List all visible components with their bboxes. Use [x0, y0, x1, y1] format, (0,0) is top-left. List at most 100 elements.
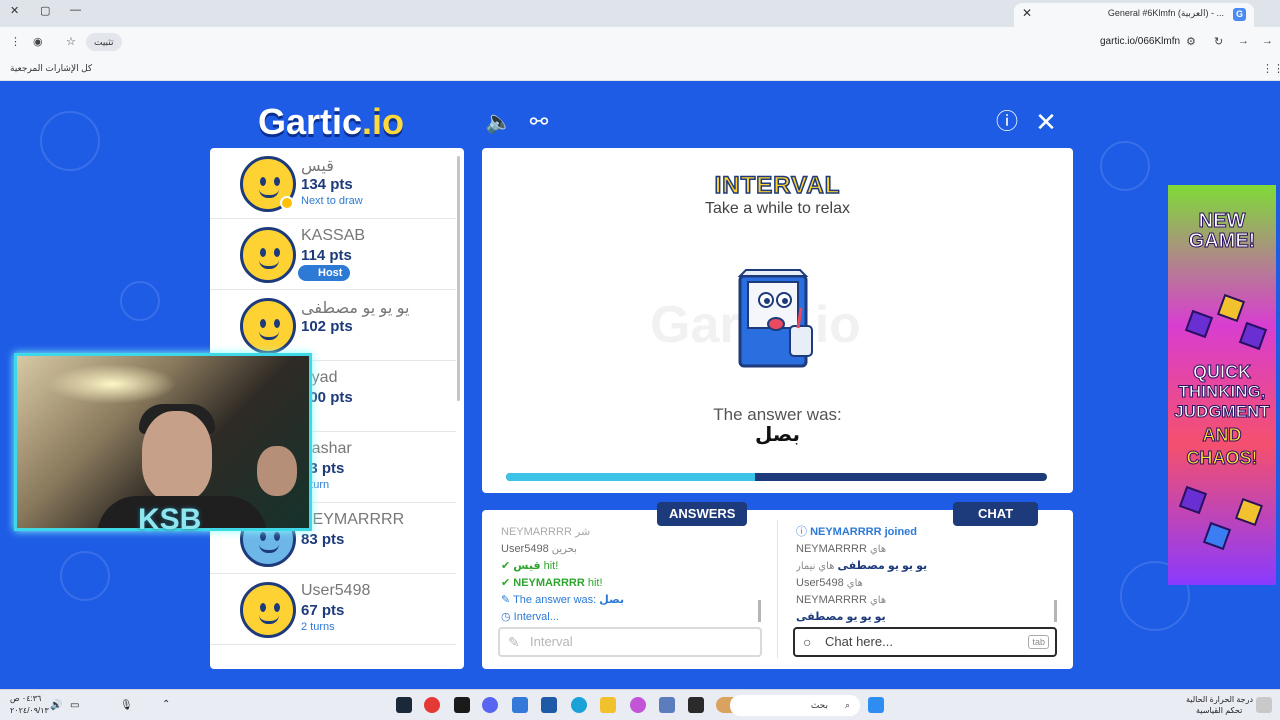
gartic-page: Gartic.io 🔈 ⚯ ⓘ ✕ قيس 134 pts Next to dr… [0, 81, 1280, 689]
restore-window-icon[interactable]: ▢ [40, 4, 50, 17]
players-scrollbar[interactable] [457, 156, 460, 401]
answer-reveal-line: ✎ The answer was: بصل [501, 594, 625, 606]
next-to-draw-indicator [280, 196, 294, 210]
player-name: NEYMARRRR [301, 511, 405, 528]
display-icon[interactable]: ▭ [70, 700, 79, 711]
panel-divider [777, 520, 778, 658]
sound-icon[interactable]: 🔈 [484, 107, 514, 137]
bookmark-bar: كل الإشارات المرجعية ⋮⋮ [0, 57, 1280, 81]
host-badge: Host [298, 265, 351, 281]
file-explorer-icon[interactable] [600, 697, 616, 713]
menu-dots-icon[interactable]: ⋮ [10, 35, 21, 48]
player-points: 134 pts [301, 176, 353, 193]
weather-line[interactable]: تحكم القياسية [1196, 706, 1242, 715]
player-name: User5498 [301, 582, 371, 599]
steam-icon[interactable] [396, 697, 412, 713]
minimize-window-icon[interactable]: — [70, 4, 81, 16]
streamer-logo: KSB [138, 503, 202, 536]
app-icon[interactable] [659, 697, 675, 713]
discord-icon[interactable] [482, 697, 498, 713]
mic-icon[interactable]: 🎙 [120, 700, 133, 711]
share-icon[interactable]: ⚯ [524, 107, 554, 137]
answers-tab[interactable]: ANSWERS [657, 502, 748, 526]
reload-icon[interactable]: ↻ [1214, 35, 1223, 48]
chat-line: NEYMARRRR هاي [796, 594, 887, 606]
clock-time[interactable]: ٠٤:٣٦ ص [10, 694, 41, 703]
ad-line: CHAOS! [1186, 448, 1258, 468]
hit-line: ✔ NEYMARRRR hit! [501, 577, 603, 589]
chat-bubble-icon: ○ [803, 634, 812, 650]
mascot-icon [737, 269, 813, 368]
app-icon[interactable] [688, 697, 704, 713]
player-name: قيس [301, 158, 334, 175]
player-points: 114 pts [301, 247, 352, 264]
round-progress-fill [506, 473, 755, 481]
browser-tab[interactable]: G General #6Klmfn (العربية) - ... ✕ [1014, 3, 1254, 27]
all-bookmarks-link[interactable]: كل الإشارات المرجعية [10, 63, 92, 74]
player-row: User5498 67 pts 2 turns [210, 574, 456, 645]
install-button[interactable]: تثبيت [86, 33, 122, 51]
exit-icon[interactable]: ✕ [1031, 107, 1061, 137]
tab-title: General #6Klmfn (العربية) - ... [1107, 8, 1224, 18]
player-points: 83 pts [301, 531, 345, 548]
join-line: ⓘ NEYMARRRR joined [796, 526, 918, 538]
chat-line: يو يو يو مصطفى هاي نيمار [796, 560, 928, 572]
pencil-icon: ✎ [508, 634, 520, 650]
ad-line: AND [1202, 425, 1242, 445]
player-avatar [240, 298, 296, 354]
answer-line: NEYMARRRR شر [501, 526, 591, 538]
chrome-icon[interactable] [424, 697, 440, 713]
ad-line: JUDGMENT [1174, 402, 1270, 421]
windows-start-icon[interactable] [868, 697, 884, 713]
chat-input[interactable]: ○ Chat here... tab [793, 627, 1057, 657]
interval-subtitle: Take a while to relax [705, 200, 850, 217]
info-icon[interactable]: ⓘ [992, 107, 1022, 137]
interval-title: INTERVAL [714, 171, 841, 200]
player-status: Next to draw [301, 195, 363, 207]
windows-taskbar: ٠٤:٣٦ ص ٢٠٢٤/٠٩/١٣ 🔊 ▭ 🎙 ⌃ بحث ⌕ درجة الح… [0, 689, 1280, 720]
gartic-logo: Gartic.io [258, 101, 405, 142]
close-window-icon[interactable]: ✕ [10, 4, 19, 17]
ad-headline: NEW GAME! [1188, 210, 1256, 252]
ad-line: THINKING, [1178, 382, 1266, 401]
chat-line: User5498 هاي [796, 577, 863, 589]
close-tab-icon[interactable]: ✕ [1022, 6, 1032, 20]
player-row: قيس 134 pts Next to draw [210, 148, 456, 219]
answer-word: بصل [754, 424, 801, 446]
answer-input[interactable]: ✎ Interval [498, 627, 762, 657]
app-icon[interactable] [512, 697, 528, 713]
edge-icon[interactable] [571, 697, 587, 713]
browser-tabbar: ✕ ▢ — + G General #6Klmfn (العربية) - ..… [0, 0, 1280, 27]
site-settings-icon[interactable]: ⚙ [1186, 35, 1196, 48]
weather-line[interactable]: درجة الحرارة الحالية [1186, 695, 1253, 704]
weather-icon[interactable] [1256, 697, 1272, 713]
chevron-up-icon[interactable]: ⌃ [162, 699, 170, 710]
clock-date[interactable]: ٢٠٢٤/٠٩/١٣ [10, 706, 49, 715]
player-avatar [240, 227, 296, 283]
copilot-icon[interactable] [630, 697, 646, 713]
advertisement[interactable]: NEW GAME! QUICK THINKING, JUDGMENT AND C… [1168, 185, 1276, 585]
answer-line: User5498 بحرين [501, 543, 577, 555]
forward-icon[interactable]: → [1238, 35, 1249, 47]
address-bar: ⋮ ◉ ☆ تثبيت gartic.io/066Klmfn ⚙ ↻ → → [0, 27, 1280, 57]
interval-line: ◷ Interval... [501, 611, 559, 623]
back-icon[interactable]: → [1262, 35, 1273, 47]
gartic-favicon-icon: G [1233, 8, 1246, 21]
chat-scrollbar[interactable] [1054, 600, 1057, 622]
star-icon[interactable]: ☆ [66, 35, 76, 48]
search-icon: ⌕ [844, 700, 850, 710]
pencil-icon: ✎ [501, 594, 514, 606]
answers-scrollbar[interactable] [758, 600, 761, 622]
store-icon[interactable] [541, 697, 557, 713]
tab-key-hint: tab [1028, 635, 1049, 649]
clock-icon: ◷ [501, 611, 514, 623]
profile-icon[interactable]: ◉ [33, 35, 43, 48]
app-icon[interactable] [454, 697, 470, 713]
url-field[interactable]: gartic.io/066Klmfn [1100, 36, 1180, 47]
round-progress-bar [506, 473, 1047, 481]
taskbar-search[interactable]: بحث ⌕ [730, 695, 860, 716]
player-points: 102 pts [301, 318, 353, 335]
chat-tab[interactable]: CHAT [953, 502, 1039, 526]
volume-icon[interactable]: 🔊 [50, 700, 62, 711]
apps-grid-icon[interactable]: ⋮⋮ [1262, 62, 1280, 75]
